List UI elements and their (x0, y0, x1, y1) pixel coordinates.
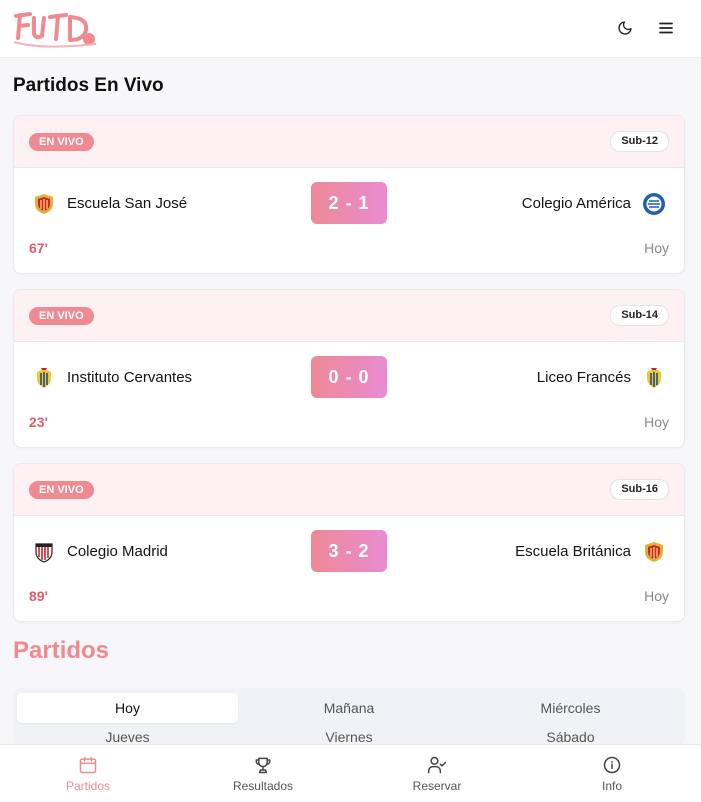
round-crest-icon (643, 193, 665, 215)
match-day: Hoy (644, 240, 669, 256)
tab-hoy[interactable]: Hoy (17, 693, 238, 723)
tab-viernes[interactable]: Viernes (238, 722, 460, 746)
shield-crest-icon (647, 368, 661, 388)
nav-label: Reservar (412, 779, 462, 793)
live-badge: EN VIVO (29, 133, 94, 151)
app-header (0, 0, 701, 58)
tab-jueves[interactable]: Jueves (17, 722, 238, 746)
live-match-card[interactable]: EN VIVO Sub-16 Colegio Madrid 3 - 2 Escu… (13, 463, 685, 622)
tab-miercoles[interactable]: Miércoles (460, 693, 681, 723)
match-minute: 23' (29, 414, 48, 430)
nav-item-partidos[interactable]: Partidos (0, 745, 176, 802)
live-matches-title: Partidos En Vivo (13, 75, 164, 96)
match-score: 2 - 1 (311, 182, 387, 224)
shield-crest-icon (645, 542, 663, 562)
futd-logo[interactable] (12, 8, 98, 55)
match-card-header: EN VIVO Sub-14 (14, 290, 684, 342)
home-team-name: Colegio Madrid (67, 543, 168, 560)
away-team-name: Liceo Francés (536, 369, 631, 386)
category-badge: Sub-12 (610, 131, 669, 152)
user-check-icon (427, 756, 447, 774)
nav-item-reservar[interactable]: Reservar (349, 745, 525, 802)
live-badge: EN VIVO (29, 307, 94, 325)
match-score: 0 - 0 (311, 356, 387, 398)
home-team-name: Instituto Cervantes (67, 369, 193, 386)
tab-sabado[interactable]: Sábado (460, 722, 681, 746)
tab-manana[interactable]: Mañana (238, 693, 460, 723)
match-day: Hoy (644, 414, 669, 430)
striped-crest-icon (35, 543, 53, 563)
nav-item-resultados[interactable]: Resultados (175, 745, 351, 802)
live-badge: EN VIVO (29, 481, 94, 499)
match-minute: 89' (29, 588, 48, 604)
match-score: 3 - 2 (311, 530, 387, 572)
live-match-card[interactable]: EN VIVO Sub-12 Escuela San José 2 - 1 Co… (13, 115, 685, 274)
shield-crest-icon (37, 368, 51, 388)
match-card-header: EN VIVO Sub-16 (14, 464, 684, 516)
category-badge: Sub-16 (610, 479, 669, 500)
day-tabs: Hoy Mañana Miércoles Jueves Viernes Sába… (13, 688, 685, 746)
match-card-header: EN VIVO Sub-12 (14, 116, 684, 168)
away-team-name: Colegio América (521, 195, 631, 212)
category-badge: Sub-14 (610, 305, 669, 326)
info-icon (603, 756, 621, 774)
away-team-name: Escuela Británica (515, 543, 631, 560)
matches-section-title: Partidos (13, 637, 110, 664)
nav-item-info[interactable]: Info (524, 745, 700, 802)
live-match-card[interactable]: EN VIVO Sub-14 Instituto Cervantes 0 - 0… (13, 289, 685, 448)
match-day: Hoy (644, 588, 669, 604)
bottom-navigation: Partidos Resultados Reservar Info (0, 744, 701, 802)
match-minute: 67' (29, 240, 48, 256)
shield-crest-icon (35, 194, 53, 214)
calendar-icon (79, 756, 97, 774)
nav-label: Info (601, 779, 622, 793)
nav-label: Partidos (65, 779, 111, 793)
moon-icon[interactable] (611, 14, 639, 42)
nav-label: Resultados (232, 779, 294, 793)
trophy-icon (255, 757, 271, 774)
home-team-name: Escuela San José (67, 195, 188, 212)
hamburger-menu-icon[interactable] (652, 14, 680, 42)
